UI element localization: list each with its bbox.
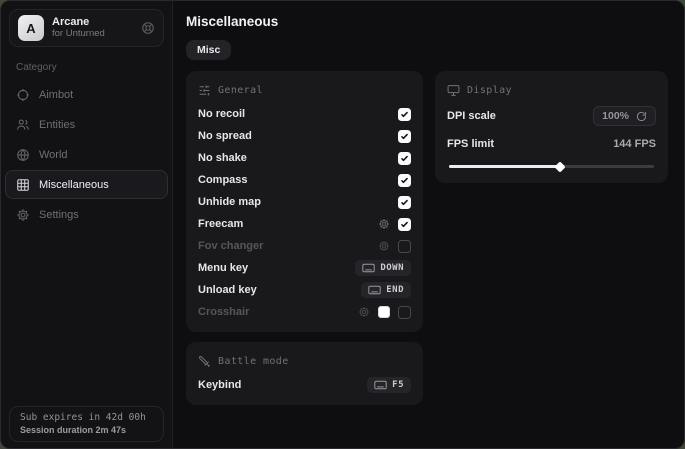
checkbox[interactable] xyxy=(398,174,411,187)
tab-misc[interactable]: Misc xyxy=(186,40,231,60)
sidebar-item-world[interactable]: World xyxy=(5,140,168,169)
keyboard-icon xyxy=(362,263,375,273)
crosshair-icon xyxy=(16,88,30,102)
display-panel-header: Display xyxy=(447,84,656,97)
setting-label: Fov changer xyxy=(198,240,263,252)
setting-row-unload-key: Unload key END xyxy=(198,279,411,301)
setting-label: DPI scale xyxy=(447,110,496,122)
setting-row-fov-changer: Fov changer xyxy=(198,235,411,257)
keybind-badge[interactable]: DOWN xyxy=(355,260,411,276)
sidebar: A Arcane for Unturned Category Aimbot En… xyxy=(1,1,173,448)
battle-panel-header: Battle mode xyxy=(198,355,411,368)
subscription-card: Sub expires in 42d 00h Session duration … xyxy=(9,406,164,442)
display-panel-title: Display xyxy=(467,85,512,96)
checkbox[interactable] xyxy=(398,108,411,121)
slider-thumb[interactable] xyxy=(554,161,565,172)
fps-limit-slider[interactable] xyxy=(449,165,654,168)
display-panel: Display DPI scale 100% FPS limit 144 FPS xyxy=(435,71,668,183)
checkbox[interactable] xyxy=(398,218,411,231)
keybind-value: END xyxy=(386,285,404,295)
setting-label: Compass xyxy=(198,174,248,186)
globe-icon xyxy=(16,148,30,162)
checkbox[interactable] xyxy=(398,196,411,209)
reset-icon[interactable] xyxy=(636,111,647,122)
checkbox[interactable] xyxy=(398,130,411,143)
sidebar-item-label: Settings xyxy=(39,209,79,221)
setting-row-keybind: Keybind F5 xyxy=(198,374,411,396)
setting-row-freecam: Freecam xyxy=(198,213,411,235)
sidebar-item-label: Miscellaneous xyxy=(39,179,109,191)
dpi-scale-value: 100% xyxy=(602,110,629,122)
sidebar-item-label: Aimbot xyxy=(39,89,73,101)
setting-label: Unload key xyxy=(198,284,257,296)
sword-icon xyxy=(198,355,211,368)
gear-icon[interactable] xyxy=(378,240,390,252)
setting-row-crosshair: Crosshair xyxy=(198,301,411,323)
keybind-value: F5 xyxy=(392,380,404,390)
app-subtitle: for Unturned xyxy=(52,29,133,40)
setting-label: Keybind xyxy=(198,379,241,391)
setting-row-dpi-scale: DPI scale 100% xyxy=(447,103,656,129)
sidebar-item-miscellaneous[interactable]: Miscellaneous xyxy=(5,170,168,199)
general-panel-header: General xyxy=(198,84,411,97)
setting-label: No spread xyxy=(198,130,252,142)
setting-row-no-recoil: No recoil xyxy=(198,103,411,125)
sidebar-item-label: Entities xyxy=(39,119,75,131)
general-panel-title: General xyxy=(218,85,263,96)
category-label: Category xyxy=(16,62,172,73)
checkbox[interactable] xyxy=(398,152,411,165)
setting-label: FPS limit xyxy=(447,138,494,150)
setting-label: No recoil xyxy=(198,108,245,120)
gear-icon xyxy=(16,208,30,222)
setting-label: Unhide map xyxy=(198,196,261,208)
general-panel: General No recoil No spread No shake xyxy=(186,71,423,332)
tab-bar: Misc xyxy=(186,40,668,60)
setting-row-no-shake: No shake xyxy=(198,147,411,169)
sidebar-item-label: World xyxy=(39,149,68,161)
gear-icon[interactable] xyxy=(378,218,390,230)
keybind-badge[interactable]: F5 xyxy=(367,377,411,393)
sub-expires-text: Sub expires in 42d 00h xyxy=(20,412,153,423)
session-duration-text: Session duration 2m 47s xyxy=(20,425,153,435)
sidebar-nav: Aimbot Entities World Miscellaneous Sett… xyxy=(1,80,172,229)
keybind-badge[interactable]: END xyxy=(361,282,411,298)
setting-row-fps-limit: FPS limit 144 FPS xyxy=(447,131,656,157)
app-name: Arcane xyxy=(52,16,133,29)
brand-text: Arcane for Unturned xyxy=(52,16,133,40)
sliders-icon xyxy=(198,84,211,97)
sidebar-item-entities[interactable]: Entities xyxy=(5,110,168,139)
keyboard-icon xyxy=(368,285,381,295)
checkbox[interactable] xyxy=(398,240,411,253)
sidebar-item-settings[interactable]: Settings xyxy=(5,200,168,229)
sync-icon[interactable] xyxy=(141,21,155,35)
app-logo: A xyxy=(18,15,44,41)
checkbox[interactable] xyxy=(398,306,411,319)
grid-icon xyxy=(16,178,30,192)
battle-panel-title: Battle mode xyxy=(218,356,289,367)
slider-fill xyxy=(449,165,560,168)
setting-row-compass: Compass xyxy=(198,169,411,191)
setting-label: Menu key xyxy=(198,262,248,274)
page-title: Miscellaneous xyxy=(186,14,668,29)
users-icon xyxy=(16,118,30,132)
battle-mode-panel: Battle mode Keybind F5 xyxy=(186,342,423,405)
keyboard-icon xyxy=(374,380,387,390)
setting-row-no-spread: No spread xyxy=(198,125,411,147)
setting-row-unhide-map: Unhide map xyxy=(198,191,411,213)
brand-card: A Arcane for Unturned xyxy=(9,9,164,47)
setting-row-menu-key: Menu key DOWN xyxy=(198,257,411,279)
sidebar-item-aimbot[interactable]: Aimbot xyxy=(5,80,168,109)
fps-limit-value: 144 FPS xyxy=(613,138,656,150)
dpi-scale-input[interactable]: 100% xyxy=(593,106,656,126)
setting-label: No shake xyxy=(198,152,247,164)
keybind-value: DOWN xyxy=(380,263,404,273)
gear-icon[interactable] xyxy=(358,306,370,318)
setting-label: Freecam xyxy=(198,218,243,230)
monitor-icon xyxy=(447,84,460,97)
color-swatch[interactable] xyxy=(378,306,390,318)
app-window: A Arcane for Unturned Category Aimbot En… xyxy=(0,0,685,449)
setting-label: Crosshair xyxy=(198,306,249,318)
main-content: Miscellaneous Misc General No recoil xyxy=(173,1,684,448)
